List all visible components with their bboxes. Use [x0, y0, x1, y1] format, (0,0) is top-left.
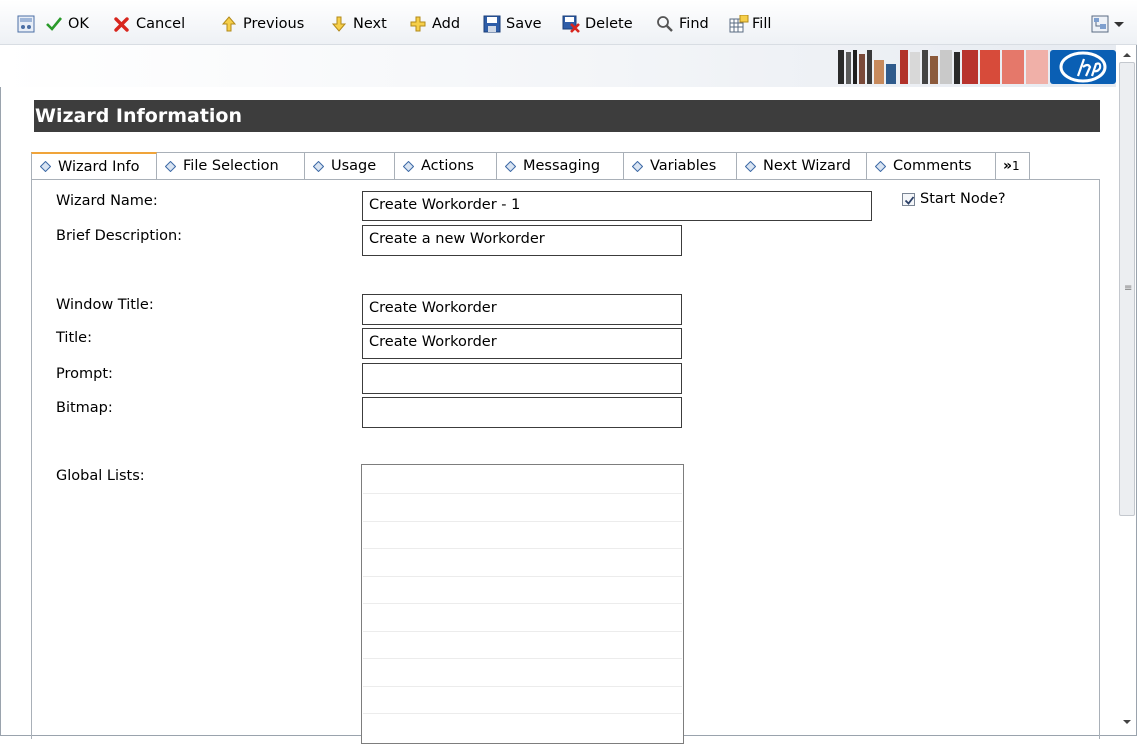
diamond-icon [745, 160, 756, 172]
diamond-icon [632, 160, 643, 172]
save-button[interactable]: Save [483, 13, 542, 35]
delete-label: Delete [585, 16, 633, 32]
tab-usage[interactable]: Usage [305, 152, 395, 180]
form-options-icon [17, 15, 35, 33]
tab-label: Messaging [523, 158, 601, 174]
find-label: Find [679, 16, 709, 32]
prompt-input[interactable] [362, 363, 682, 394]
wizard-name-input[interactable]: Create Workorder - 1 [362, 191, 872, 221]
save-label: Save [506, 16, 542, 32]
diamond-icon [165, 160, 176, 172]
cancel-button[interactable]: Cancel [113, 13, 185, 35]
global-lists-label: Global Lists: [56, 468, 145, 484]
diamond-icon [505, 160, 516, 172]
next-label: Next [353, 16, 387, 32]
floppy-disk-icon [483, 15, 501, 33]
start-node-label: Start Node? [920, 191, 1006, 207]
tree-view-icon [1091, 15, 1109, 33]
hp-banner-logo [838, 50, 1116, 84]
add-button[interactable]: Add [409, 13, 460, 35]
cancel-label: Cancel [136, 16, 186, 32]
wizard-name-label: Wizard Name: [56, 193, 158, 209]
plus-icon [409, 15, 427, 33]
diamond-icon [875, 160, 886, 172]
tab-next-wizard[interactable]: Next Wizard [737, 152, 867, 180]
tab-label: Variables [650, 158, 717, 174]
list-row-divider [363, 603, 682, 604]
overflow-count: 1 [1012, 159, 1020, 173]
global-lists-listbox[interactable] [361, 464, 684, 744]
magnifier-icon [656, 15, 674, 33]
fill-label: Fill [752, 16, 772, 32]
find-button[interactable]: Find [656, 13, 709, 35]
previous-label: Previous [243, 16, 305, 32]
diamond-icon [313, 160, 324, 172]
toolbar: OK Cancel Previous Next Add Save Delete … [0, 0, 1137, 45]
ok-button[interactable]: OK [45, 13, 89, 35]
fill-table-icon [729, 15, 749, 33]
prompt-label: Prompt: [56, 366, 113, 382]
window-title-input[interactable]: Create Workorder [362, 294, 682, 325]
delete-button[interactable]: Delete [562, 13, 633, 35]
ok-label: OK [68, 16, 89, 32]
diamond-icon [403, 160, 414, 172]
previous-button[interactable]: Previous [220, 13, 304, 35]
bitmap-input[interactable] [362, 397, 682, 428]
tab-label: Comments [893, 158, 972, 174]
tab-label: Next Wizard [763, 158, 851, 174]
tab-file-selection[interactable]: File Selection [157, 152, 305, 180]
tab-wizard-info[interactable]: Wizard Info [31, 152, 157, 180]
tab-label: Actions [421, 158, 474, 174]
window-title-label: Window Title: [56, 297, 154, 313]
tabs-overflow-button[interactable]: » 1 [996, 152, 1030, 180]
brief-description-input[interactable]: Create a new Workorder [362, 225, 682, 256]
list-row-divider [363, 658, 682, 659]
dropdown-arrow-icon [1113, 15, 1125, 33]
tab-comments[interactable]: Comments [867, 152, 996, 180]
scroll-down-button[interactable] [1120, 714, 1134, 730]
scroll-up-button[interactable] [1120, 47, 1134, 63]
title-label: Title: [56, 330, 92, 346]
list-row-divider [363, 713, 682, 714]
tab-strip: Wizard Info File Selection Usage Actions… [31, 152, 1030, 180]
tab-variables[interactable]: Variables [624, 152, 737, 180]
scrollbar-grip-icon: ≡ [1124, 283, 1133, 294]
fill-button[interactable]: Fill [729, 13, 771, 35]
tab-messaging[interactable]: Messaging [497, 152, 624, 180]
start-node-checkbox[interactable] [902, 192, 915, 206]
form-options-button[interactable] [17, 13, 35, 35]
arrow-up-icon [220, 15, 238, 33]
checkmark-icon [45, 15, 63, 33]
list-row-divider [363, 548, 682, 549]
cancel-x-icon [113, 15, 131, 33]
start-node-checkbox-row[interactable]: Start Node? [902, 191, 1006, 207]
list-row-divider [363, 686, 682, 687]
list-row-divider [363, 493, 682, 494]
list-row-divider [363, 521, 682, 522]
diamond-icon [40, 161, 51, 172]
tab-label: File Selection [183, 158, 279, 174]
tab-label: Usage [331, 158, 377, 174]
list-row-divider [363, 576, 682, 577]
tab-label: Wizard Info [58, 158, 140, 175]
list-row-divider [363, 631, 682, 632]
next-button[interactable]: Next [330, 13, 387, 35]
brief-description-label: Brief Description: [56, 228, 183, 244]
view-options-menu[interactable] [1091, 13, 1125, 35]
tab-actions[interactable]: Actions [395, 152, 497, 180]
title-input[interactable]: Create Workorder [362, 328, 682, 359]
section-title: Wizard Information [34, 100, 1100, 132]
delete-record-icon [562, 15, 580, 33]
chevron-double-right-icon: » [1003, 158, 1013, 174]
add-label: Add [432, 16, 461, 32]
bitmap-label: Bitmap: [56, 400, 113, 416]
arrow-down-icon [330, 15, 348, 33]
